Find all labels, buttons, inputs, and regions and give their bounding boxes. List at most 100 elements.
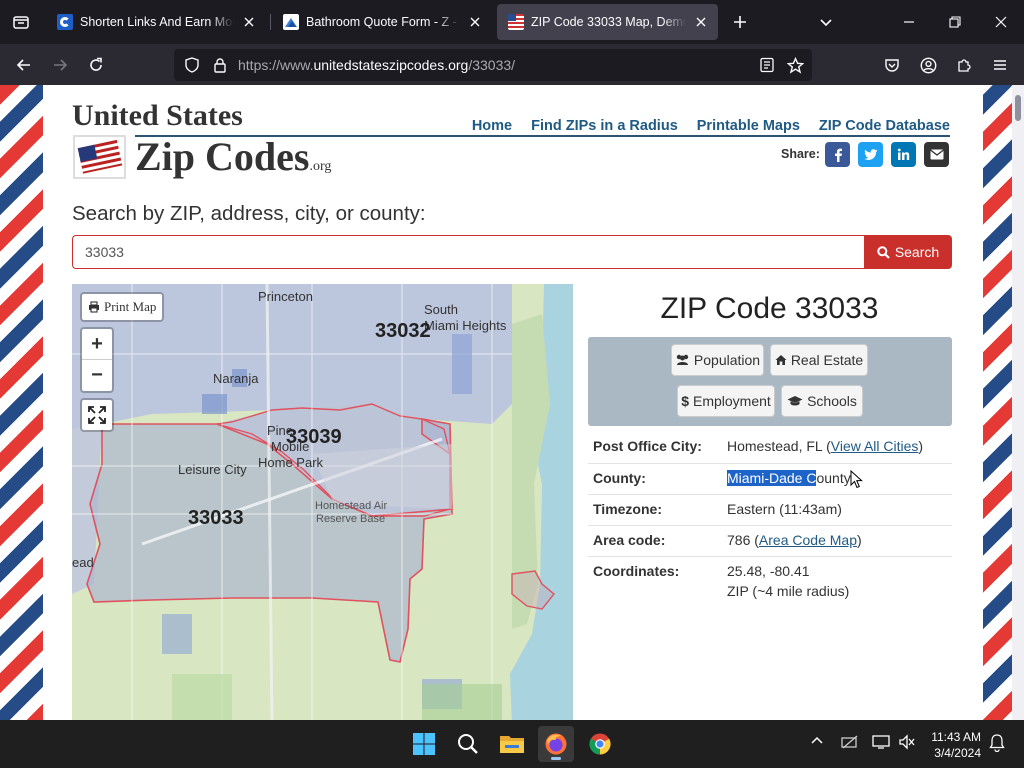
reload-button[interactable] <box>81 50 111 80</box>
address-bar[interactable]: https://www.unitedstateszipcodes.org/330… <box>174 49 812 81</box>
zip-code-title: ZIP Code 33033 <box>660 292 879 325</box>
windows-taskbar: 11:43 AM 3/4/2024 <box>0 720 1024 768</box>
post-office-city-value: Homestead, FL (View All Cities) <box>727 438 924 454</box>
clock-time: 11:43 AM <box>931 730 981 744</box>
tab-title: ZIP Code 33033 Map, Demogra <box>531 15 686 29</box>
firefox-taskbar-button[interactable] <box>538 726 574 762</box>
site-logo-line2[interactable]: Zip Codes.org <box>135 133 331 180</box>
close-tab-icon[interactable] <box>692 13 710 31</box>
zip-details-table: Post Office City: Homestead, FL (View Al… <box>588 432 952 605</box>
search-input[interactable] <box>72 235 865 269</box>
zoom-controls: + − <box>80 327 114 393</box>
speaker-muted-icon[interactable] <box>898 734 916 750</box>
population-button[interactable]: Population <box>671 344 764 376</box>
page-scrollbar[interactable] <box>1012 85 1024 720</box>
close-tab-icon[interactable] <box>466 13 484 31</box>
restore-window-button[interactable] <box>932 0 978 44</box>
area-code-value: 786 (Area Code Map) <box>722 524 952 556</box>
search-heading: Search by ZIP, address, city, or county: <box>72 202 426 225</box>
forward-button[interactable] <box>45 50 75 80</box>
file-explorer-button[interactable] <box>494 726 530 762</box>
notification-bell-icon[interactable] <box>989 734 1005 752</box>
network-disconnected-icon[interactable] <box>841 734 859 750</box>
schools-button[interactable]: Schools <box>781 385 863 417</box>
lock-icon[interactable] <box>212 57 228 73</box>
taskbar-search-button[interactable] <box>450 726 486 762</box>
search-button[interactable]: Search <box>864 235 952 269</box>
clock-date: 3/4/2024 <box>934 746 981 760</box>
url-prefix: https://www. <box>238 57 314 73</box>
account-icon <box>920 57 936 73</box>
account-button[interactable] <box>913 50 943 80</box>
page-content: United States Zip Codes.org Home Find ZI… <box>43 85 983 720</box>
graduation-cap-icon <box>787 396 803 406</box>
reader-view-icon[interactable] <box>759 57 775 73</box>
map-label-home-park: Home Park <box>258 455 324 470</box>
map-label-air-base-2: Reserve Base <box>316 513 386 525</box>
tracking-shield-icon[interactable] <box>184 57 200 73</box>
map-label-zip-33033[interactable]: 33033 <box>188 507 244 530</box>
nav-home-link[interactable]: Home <box>472 118 512 134</box>
us-flag-logo-icon[interactable] <box>73 135 126 179</box>
arrow-right-icon <box>54 59 68 71</box>
tab-shorten-links[interactable]: Shorten Links And Earn Money <box>46 4 266 40</box>
display-icon[interactable] <box>872 734 890 750</box>
linkedin-share-button[interactable] <box>891 142 916 167</box>
pocket-icon <box>885 59 899 72</box>
employment-button[interactable]: $ Employment <box>677 385 775 417</box>
back-button[interactable] <box>9 50 39 80</box>
view-all-cities-link[interactable]: View All Cities <box>831 438 919 454</box>
us-flag-favicon-icon <box>508 14 524 30</box>
close-tab-icon[interactable] <box>240 13 258 31</box>
chevron-down-icon <box>820 19 832 27</box>
folder-icon <box>500 736 524 753</box>
show-hidden-icons-chevron-icon[interactable] <box>810 734 824 748</box>
menu-button[interactable] <box>985 50 1015 80</box>
new-tab-button[interactable] <box>726 8 754 36</box>
system-clock[interactable]: 11:43 AM 3/4/2024 <box>931 729 981 761</box>
minimize-icon <box>904 21 914 23</box>
real-estate-button[interactable]: Real Estate <box>770 344 868 376</box>
print-map-button[interactable]: Print Map <box>80 292 165 322</box>
facebook-share-button[interactable] <box>825 142 850 167</box>
map-label-mobile: Mobile <box>271 439 310 454</box>
tab-zip-code-33033[interactable]: ZIP Code 33033 Map, Demogra <box>497 4 718 40</box>
timezone-value: Eastern (11:43am) <box>722 493 952 525</box>
county-label: County: <box>588 462 722 494</box>
tab-title: Shorten Links And Earn Money <box>80 15 234 29</box>
bookmark-star-icon[interactable] <box>787 57 804 74</box>
fullscreen-button[interactable] <box>80 398 114 432</box>
category-button-panel: Population Real Estate $ Employment Scho… <box>588 337 952 426</box>
chrome-taskbar-button[interactable] <box>582 726 618 762</box>
extensions-button[interactable] <box>949 50 979 80</box>
list-all-tabs-button[interactable] <box>812 8 840 36</box>
scrollbar-thumb[interactable] <box>1015 95 1021 121</box>
email-share-button[interactable] <box>924 142 949 167</box>
area-code-map-link[interactable]: Area Code Map <box>759 532 857 548</box>
nav-zip-database-link[interactable]: ZIP Code Database <box>819 118 950 134</box>
mouse-cursor-icon <box>850 469 863 488</box>
url-text[interactable]: https://www.unitedstateszipcodes.org/330… <box>238 57 515 73</box>
zip-code-map[interactable]: Princeton South Miami Heights 33032 Nara… <box>72 284 573 720</box>
nav-radius-link[interactable]: Find ZIPs in a Radius <box>531 118 678 134</box>
twitter-share-button[interactable] <box>858 142 883 167</box>
dollar-icon: $ <box>681 393 689 409</box>
county-value[interactable]: Miami-Dade County <box>722 462 952 494</box>
zoom-out-button[interactable]: − <box>82 360 112 391</box>
pocket-button[interactable] <box>877 50 907 80</box>
zoom-in-button[interactable]: + <box>82 329 112 360</box>
map-label-zip-33032[interactable]: 33032 <box>375 320 431 343</box>
tab-bathroom-quote[interactable]: Bathroom Quote Form - Z - Yo <box>272 4 492 40</box>
minimize-window-button[interactable] <box>886 0 932 44</box>
nav-printable-maps-link[interactable]: Printable Maps <box>697 118 800 134</box>
restore-icon <box>949 16 961 28</box>
printer-icon <box>89 301 99 313</box>
start-button[interactable] <box>406 726 442 762</box>
area-code-label: Area code: <box>588 524 722 556</box>
map-label-homestead: ead <box>72 555 94 570</box>
close-window-button[interactable] <box>978 0 1024 44</box>
tab-list-button[interactable] <box>0 0 42 44</box>
hamburger-menu-icon <box>994 60 1006 70</box>
site-logo-line1[interactable]: United States <box>72 99 243 133</box>
search-button-label: Search <box>894 244 940 260</box>
